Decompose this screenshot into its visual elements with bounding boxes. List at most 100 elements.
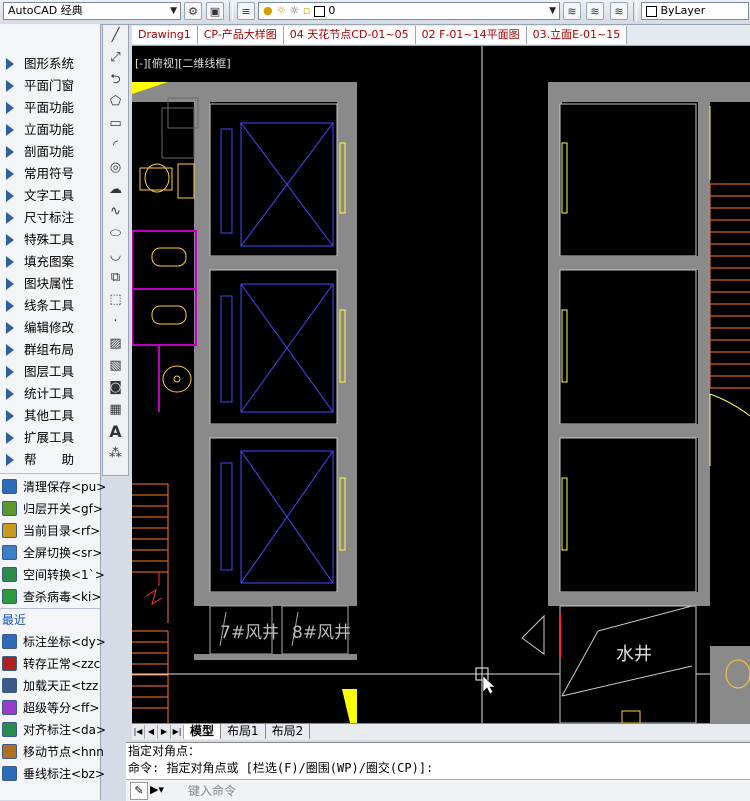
table-icon[interactable]: ▦ — [103, 399, 128, 421]
make-block-icon[interactable]: ⬚ — [103, 289, 128, 311]
command-input[interactable]: 键入命令 — [188, 782, 236, 799]
ellipse-arc-icon[interactable]: ◡ — [103, 245, 128, 267]
nav-item[interactable]: 统计工具 — [0, 383, 100, 405]
nav-item[interactable]: 文字工具 — [0, 185, 100, 207]
command-item[interactable]: 查杀病毒<ki> — [0, 586, 102, 608]
recent-command-item[interactable]: 对齐标注<da> — [0, 719, 106, 741]
command-history-icon[interactable]: ▶▾ — [150, 783, 164, 796]
top-wall-left — [132, 82, 357, 102]
document-tabs: Drawing1 CP-产品大样图 04 天花节点CD-01~05 02 F-01~1… — [132, 25, 750, 46]
point-icon[interactable]: · — [103, 311, 128, 333]
add-selected-icon[interactable]: ⁂ — [103, 443, 128, 465]
polygon-icon[interactable]: ⬠ — [103, 91, 128, 113]
nav-item[interactable]: 编辑修改 — [0, 317, 100, 339]
water-well-label: 水井 — [616, 644, 652, 665]
nav-item[interactable]: 线条工具 — [0, 295, 100, 317]
cad-drawing: 7#风井 8#风井 水井 — [132, 46, 750, 723]
command-line[interactable]: ✎ ▶▾ 键入命令 — [126, 779, 750, 801]
expand-arrow-icon — [6, 366, 14, 378]
command-item[interactable]: 全屏切换<sr> — [0, 542, 102, 564]
prev-layout-icon[interactable]: ◀ — [145, 725, 158, 739]
elevator-3 — [209, 437, 346, 593]
document-tab[interactable]: Drawing1 — [132, 26, 198, 44]
layer-state-icon[interactable]: ≋ — [586, 2, 604, 20]
command-label: 归层开关<gf> — [23, 502, 103, 516]
nav-item[interactable]: 尺寸标注 — [0, 207, 100, 229]
recent-command-item[interactable]: 转存正常<zzc — [0, 653, 100, 675]
construction-line-icon[interactable]: ⤢ — [103, 47, 128, 69]
nav-item[interactable]: 常用符号 — [0, 163, 100, 185]
nav-item[interactable]: 其他工具 — [0, 405, 100, 427]
nav-item[interactable]: 群组布局 — [0, 339, 100, 361]
layer-previous-icon[interactable]: ≋ — [563, 2, 581, 20]
expand-arrow-icon — [6, 146, 14, 158]
nav-item-label: 填充图案 — [24, 254, 75, 269]
command-label: 查杀病毒<ki> — [23, 590, 102, 604]
insert-block-icon[interactable]: ⧉ — [103, 267, 128, 289]
nav-item[interactable]: 立面功能 — [0, 119, 100, 141]
recent-command-item[interactable]: 垂线标注<bz> — [0, 763, 105, 785]
ellipse-icon[interactable]: ⬭ — [103, 223, 128, 245]
nav-item[interactable]: 图形系统 — [0, 53, 100, 75]
nav-item[interactable]: 扩展工具 — [0, 427, 100, 449]
nav-item-label: 群组布局 — [24, 342, 75, 357]
last-layout-icon[interactable]: ▶| — [171, 725, 184, 739]
nav-item[interactable]: 填充图案 — [0, 251, 100, 273]
document-tab[interactable]: 03.立面E-01~15 — [526, 26, 628, 44]
line-icon[interactable]: ╱ — [103, 25, 128, 47]
first-layout-icon[interactable]: |◀ — [132, 725, 145, 739]
workspace-settings-icon[interactable]: ▣ — [206, 2, 224, 20]
viewport-controls-label[interactable]: [-][俯视][二维线框] — [135, 55, 231, 71]
nav-item[interactable]: 特殊工具 — [0, 229, 100, 251]
expand-arrow-icon — [6, 168, 14, 180]
arc-icon[interactable]: ◜ — [103, 135, 128, 157]
nav-item[interactable]: 帮 助 — [0, 449, 100, 471]
mouse-cursor-icon — [482, 675, 496, 695]
hatch-icon[interactable]: ▨ — [103, 333, 128, 355]
command-item[interactable]: 清理保存<pu> — [0, 476, 106, 498]
nav-item[interactable]: 平面门窗 — [0, 75, 100, 97]
multiline-text-icon[interactable]: A — [103, 421, 128, 443]
next-layout-icon[interactable]: ▶ — [158, 725, 171, 739]
polyline-icon[interactable]: ⮌ — [103, 69, 128, 91]
drawing-viewport[interactable]: [-][俯视][二维线框] 7#风井 8#风井 水井 — [132, 46, 750, 723]
layout-tab[interactable]: 模型 — [184, 724, 222, 739]
expand-arrow-icon — [6, 344, 14, 356]
command-icon — [2, 567, 17, 582]
workspace-dropdown[interactable]: AutoCAD 经典 ▼ — [3, 2, 181, 20]
layout-tab[interactable]: 布局1 — [221, 724, 266, 739]
recent-command-item[interactable]: 加载天正<tzz — [0, 675, 100, 697]
layout-tab[interactable]: 布局2 — [266, 724, 311, 739]
rectangle-icon[interactable]: ▭ — [103, 113, 128, 135]
layer-manager-icon[interactable]: ≡ — [237, 2, 255, 20]
circle-icon[interactable]: ◎ — [103, 157, 128, 179]
document-tab[interactable]: 02 F-01~14平面图 — [415, 26, 527, 44]
layer-match-icon[interactable]: ≋ — [610, 2, 628, 20]
nav-item[interactable]: 平面功能 — [0, 97, 100, 119]
document-tab[interactable]: 04 天花节点CD-01~05 — [283, 26, 416, 44]
linetype-dropdown[interactable]: ByLayer — [641, 2, 749, 20]
recent-command-item[interactable]: 移动节点<hnn — [0, 741, 104, 763]
nav-item-label: 文字工具 — [24, 188, 75, 203]
command-item[interactable]: 归层开关<gf> — [0, 498, 103, 520]
wrench-icon[interactable]: ✎ — [130, 782, 148, 800]
color-swatch — [646, 5, 657, 17]
region-icon[interactable]: ◙ — [103, 377, 128, 399]
nav-item[interactable]: 图块属性 — [0, 273, 100, 295]
spline-icon[interactable]: ∿ — [103, 201, 128, 223]
revision-cloud-icon[interactable]: ☁ — [103, 179, 128, 201]
recent-command-item[interactable]: 超级等分<ff> — [0, 697, 100, 719]
gradient-icon[interactable]: ▧ — [103, 355, 128, 377]
command-item[interactable]: 当前目录<rf> — [0, 520, 100, 542]
nav-item[interactable]: 图层工具 — [0, 361, 100, 383]
command-label: 标注坐标<dy> — [23, 635, 106, 649]
command-icon — [2, 523, 17, 538]
nav-item[interactable]: 剖面功能 — [0, 141, 100, 163]
layer-dropdown[interactable]: ● ☼ ☼ ▫ 0 ▼ — [258, 2, 560, 20]
command-item[interactable]: 空间转换<1`> — [0, 564, 105, 586]
gear-icon[interactable]: ⚙ — [184, 2, 202, 20]
command-label: 对齐标注<da> — [23, 723, 107, 737]
recent-command-item[interactable]: 标注坐标<dy> — [0, 631, 106, 653]
document-tab[interactable]: CP-产品大样图 — [197, 26, 284, 44]
nav-list: 图形系统 平面门窗 平面功能 立面功能 剖面功能 常用符号文字工具尺寸标注 特殊工具填充图案… — [0, 53, 100, 471]
